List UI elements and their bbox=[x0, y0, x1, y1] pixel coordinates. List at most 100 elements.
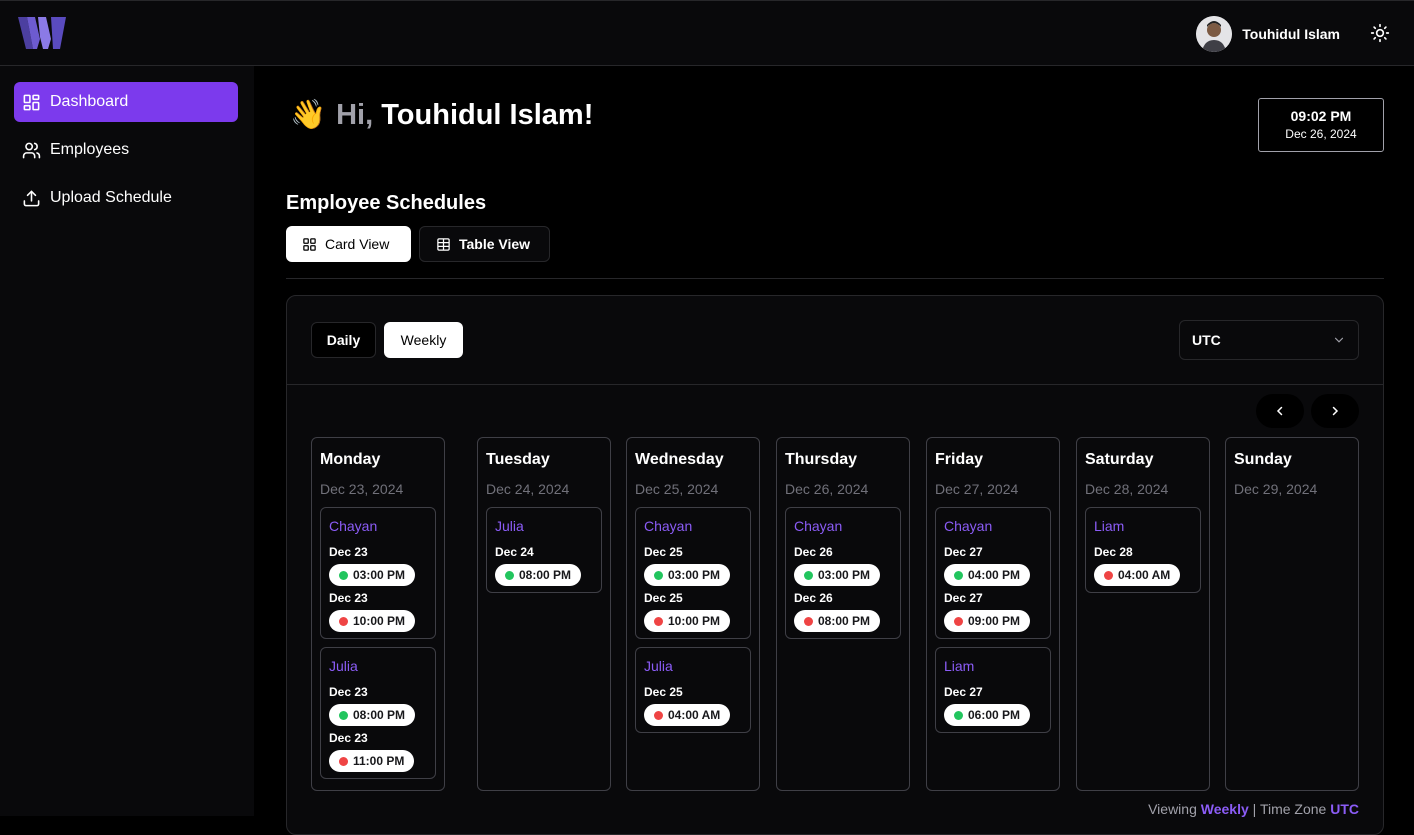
shift-date: Dec 27 bbox=[944, 591, 983, 605]
shift-time: 06:00 PM bbox=[968, 708, 1021, 722]
shift-date: Dec 27 bbox=[944, 685, 983, 699]
shift-start-badge: 03:00 PM bbox=[644, 564, 731, 586]
day-column-saturday: Saturday Dec 28, 2024 Liam Dec 28 04:00 AM bbox=[1076, 437, 1210, 791]
shift-date: Dec 25 bbox=[644, 591, 683, 605]
sidebar-item-label: Upload Schedule bbox=[50, 189, 172, 206]
day-date: Dec 28, 2024 bbox=[1085, 481, 1169, 497]
shift-date: Dec 25 bbox=[644, 685, 683, 699]
status-dot-red bbox=[339, 756, 348, 766]
sidebar-item-employees[interactable]: Employees bbox=[14, 130, 238, 170]
shift-time: 04:00 AM bbox=[668, 708, 721, 722]
day-date: Dec 26, 2024 bbox=[785, 481, 869, 497]
greeting: 👋 Hi, Touhidul Islam! bbox=[290, 98, 593, 132]
shift-end-badge: 11:00 PM bbox=[329, 750, 415, 772]
day-name: Wednesday bbox=[635, 451, 724, 468]
greeting-hi: Hi, bbox=[336, 98, 374, 131]
shift-time: 04:00 PM bbox=[968, 568, 1021, 582]
employee-shift-card[interactable]: Chayan Dec 23 03:00 PM Dec 23 10:00 PM bbox=[320, 507, 436, 639]
employee-name[interactable]: Chayan bbox=[329, 518, 377, 534]
shift-date: Dec 23 bbox=[329, 591, 368, 605]
shift-end-badge: 04:00 AM bbox=[1094, 564, 1181, 586]
sidebar-item-dashboard[interactable]: Dashboard bbox=[14, 82, 238, 122]
day-name: Sunday bbox=[1234, 451, 1292, 468]
shift-start-badge: 04:00 PM bbox=[944, 564, 1031, 586]
employee-name[interactable]: Julia bbox=[644, 658, 673, 674]
view-status: Viewing Weekly | Time Zone UTC bbox=[1148, 801, 1359, 817]
shift-date: Dec 23 bbox=[329, 545, 368, 559]
shift-time: 04:00 AM bbox=[1118, 568, 1171, 582]
card-view-button[interactable]: Card View bbox=[286, 226, 411, 262]
shift-date: Dec 23 bbox=[329, 731, 368, 745]
shift-time: 11:00 PM bbox=[353, 754, 405, 768]
greeting-name: Touhidul Islam! bbox=[381, 98, 594, 131]
status-dot-red bbox=[654, 710, 663, 720]
status-dot-red bbox=[804, 616, 813, 626]
table-view-button[interactable]: Table View bbox=[419, 226, 550, 262]
shift-start-badge: 03:00 PM bbox=[794, 564, 881, 586]
employee-shift-card[interactable]: Liam Dec 27 06:00 PM bbox=[935, 647, 1051, 733]
employee-shift-card[interactable]: Chayan Dec 25 03:00 PM Dec 25 10:00 PM bbox=[635, 507, 751, 639]
top-bar: Touhidul Islam bbox=[0, 0, 1414, 66]
day-column-wednesday: Wednesday Dec 25, 2024 Chayan Dec 25 03:00 P… bbox=[626, 437, 760, 791]
shift-date: Dec 24 bbox=[495, 545, 534, 559]
employee-shift-card[interactable]: Liam Dec 28 04:00 AM bbox=[1085, 507, 1201, 593]
employee-shift-card[interactable]: Julia Dec 24 08:00 PM bbox=[486, 507, 602, 593]
next-week-button[interactable] bbox=[1311, 394, 1359, 428]
employee-name[interactable]: Liam bbox=[1094, 518, 1124, 534]
employee-name[interactable]: Chayan bbox=[644, 518, 692, 534]
employee-name[interactable]: Liam bbox=[944, 658, 974, 674]
user-menu[interactable]: Touhidul Islam bbox=[1196, 16, 1340, 52]
sidebar-item-label: Employees bbox=[50, 141, 130, 158]
shift-date: Dec 25 bbox=[644, 545, 683, 559]
app-logo[interactable] bbox=[18, 15, 68, 51]
timezone-select[interactable]: UTC bbox=[1179, 320, 1359, 360]
sun-icon[interactable] bbox=[1370, 23, 1390, 43]
clock-widget: 09:02 PM Dec 26, 2024 bbox=[1258, 98, 1384, 152]
shift-time: 08:00 PM bbox=[818, 614, 871, 628]
page-title: Employee Schedules bbox=[286, 192, 487, 214]
employee-name[interactable]: Chayan bbox=[794, 518, 842, 534]
timezone-value: UTC bbox=[1192, 332, 1221, 348]
shift-start-badge: 03:00 PM bbox=[329, 564, 416, 586]
shift-date: Dec 28 bbox=[1094, 545, 1133, 559]
status-dot-red bbox=[954, 616, 963, 626]
shift-start-badge: 08:00 PM bbox=[329, 704, 416, 726]
status-dot-green bbox=[804, 570, 813, 580]
shift-time: 09:00 PM bbox=[968, 614, 1021, 628]
employee-shift-card[interactable]: Julia Dec 25 04:00 AM bbox=[635, 647, 751, 733]
shift-end-badge: 04:00 AM bbox=[644, 704, 731, 726]
employee-name[interactable]: Julia bbox=[495, 518, 524, 534]
sidebar-item-label: Dashboard bbox=[50, 93, 129, 110]
shift-time: 03:00 PM bbox=[818, 568, 871, 582]
day-date: Dec 24, 2024 bbox=[486, 481, 570, 497]
shift-time: 10:00 PM bbox=[668, 614, 721, 628]
employee-shift-card[interactable]: Chayan Dec 26 03:00 PM Dec 26 08:00 PM bbox=[785, 507, 901, 639]
sidebar: Dashboard Employees Upload Schedule bbox=[0, 66, 254, 816]
status-dot-green bbox=[339, 570, 348, 580]
employee-shift-card[interactable]: Chayan Dec 27 04:00 PM Dec 27 09:00 PM bbox=[935, 507, 1051, 639]
shift-end-badge: 09:00 PM bbox=[944, 610, 1031, 632]
shift-start-badge: 06:00 PM bbox=[944, 704, 1031, 726]
status-dot-green bbox=[954, 710, 963, 720]
weekly-toggle[interactable]: Weekly bbox=[384, 322, 463, 358]
employee-name[interactable]: Julia bbox=[329, 658, 358, 674]
shift-time: 10:00 PM bbox=[353, 614, 406, 628]
schedule-panel: Daily Weekly UTC Monday Dec 23, 2024 Chaya… bbox=[286, 295, 1384, 835]
status-dot-green bbox=[339, 710, 348, 720]
dashboard-icon bbox=[23, 94, 40, 110]
employee-name[interactable]: Chayan bbox=[944, 518, 992, 534]
day-name: Monday bbox=[320, 451, 381, 468]
daily-toggle[interactable]: Daily bbox=[311, 322, 376, 358]
day-name: Thursday bbox=[785, 451, 858, 468]
status-dot-green bbox=[654, 570, 663, 580]
shift-time: 03:00 PM bbox=[353, 568, 406, 582]
shift-time: 08:00 PM bbox=[353, 708, 406, 722]
shift-start-badge: 08:00 PM bbox=[495, 564, 582, 586]
sidebar-item-upload-schedule[interactable]: Upload Schedule bbox=[14, 178, 238, 218]
employee-shift-card[interactable]: Julia Dec 23 08:00 PM Dec 23 11:00 PM bbox=[320, 647, 436, 779]
shift-date: Dec 27 bbox=[944, 545, 983, 559]
day-date: Dec 25, 2024 bbox=[635, 481, 719, 497]
prev-week-button[interactable] bbox=[1256, 394, 1304, 428]
day-column-friday: Friday Dec 27, 2024 Chayan Dec 27 04:00 PM De… bbox=[926, 437, 1060, 791]
day-date: Dec 29, 2024 bbox=[1234, 481, 1318, 497]
